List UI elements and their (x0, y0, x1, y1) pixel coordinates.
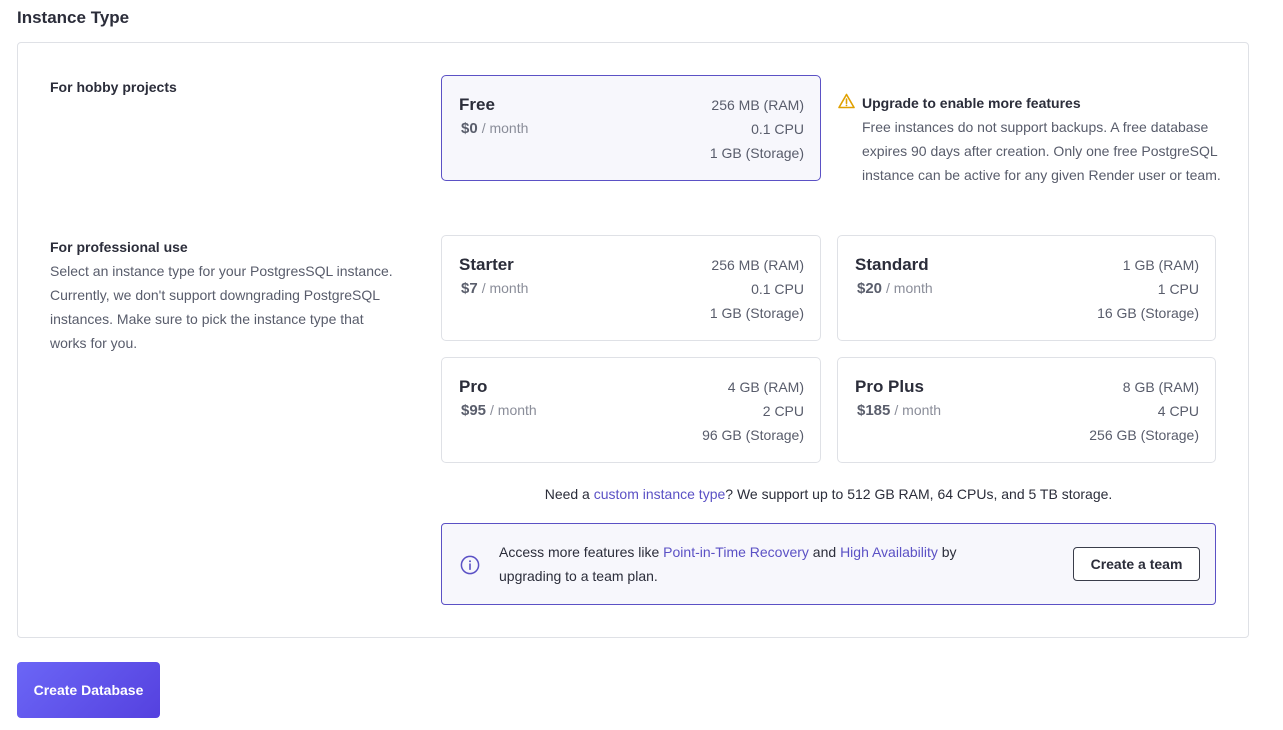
warning-title: Upgrade to enable more features (862, 95, 1081, 111)
plan-ram: 8 GB (RAM) (1122, 379, 1199, 395)
plan-card-pro[interactable]: Pro $95/ month 4 GB (RAM) 2 CPU 96 GB (S… (441, 357, 821, 463)
plan-ram: 256 MB (RAM) (711, 97, 804, 113)
plan-specs: 1 GB (RAM) 1 CPU 16 GB (Storage) (1097, 253, 1199, 325)
plan-cpu: 0.1 CPU (751, 281, 804, 297)
plan-storage: 1 GB (Storage) (709, 145, 804, 161)
team-plan-info-box: Access more features like Point-in-Time … (441, 523, 1216, 605)
point-in-time-recovery-link[interactable]: Point-in-Time Recovery (663, 544, 809, 560)
plan-cpu: 2 CPU (762, 403, 804, 419)
plan-price: $0/ month (461, 120, 529, 137)
plan-cpu: 0.1 CPU (751, 121, 804, 137)
professional-heading: For professional use (50, 239, 188, 255)
plan-specs: 4 GB (RAM) 2 CPU 96 GB (Storage) (702, 375, 804, 447)
plan-storage: 1 GB (Storage) (709, 305, 804, 321)
plan-cpu: 4 CPU (1157, 403, 1199, 419)
plan-price: $7/ month (461, 280, 529, 297)
plan-storage: 96 GB (Storage) (702, 427, 804, 443)
plan-price: $95/ month (461, 402, 537, 419)
high-availability-link[interactable]: High Availability (840, 544, 938, 560)
plan-ram: 256 MB (RAM) (711, 257, 804, 273)
team-plan-info-text: Access more features like Point-in-Time … (499, 544, 957, 584)
create-team-button[interactable]: Create a team (1073, 547, 1200, 581)
custom-note-suffix: ? We support up to 512 GB RAM, 64 CPUs, … (725, 486, 1113, 502)
plan-specs: 256 MB (RAM) 0.1 CPU 1 GB (Storage) (710, 93, 804, 165)
custom-instance-link[interactable]: custom instance type (594, 486, 726, 502)
plan-name: Standard (855, 255, 929, 274)
custom-note-prefix: Need a (544, 486, 594, 502)
plan-ram: 1 GB (RAM) (1122, 257, 1199, 273)
custom-instance-note: Need a custom instance type? We support … (441, 486, 1216, 502)
info-circle-icon (460, 555, 480, 575)
plan-price: $20/ month (857, 280, 933, 297)
hobby-heading: For hobby projects (50, 79, 177, 95)
warning-body: Free instances do not support backups. A… (862, 119, 1221, 183)
plan-card-starter[interactable]: Starter $7/ month 256 MB (RAM) 0.1 CPU 1… (441, 235, 821, 341)
plan-name: Free (459, 95, 495, 114)
plan-ram: 4 GB (RAM) (727, 379, 804, 395)
plan-name: Starter (459, 255, 514, 274)
plan-card-free[interactable]: Free $0/ month 256 MB (RAM) 0.1 CPU 1 GB… (441, 75, 821, 181)
plan-card-standard[interactable]: Standard $20/ month 1 GB (RAM) 1 CPU 16 … (837, 235, 1216, 341)
plan-storage: 256 GB (Storage) (1089, 427, 1199, 443)
warning-triangle-icon (838, 93, 855, 109)
plan-price: $185/ month (857, 402, 942, 419)
plan-card-pro-plus[interactable]: Pro Plus $185/ month 8 GB (RAM) 4 CPU 25… (837, 357, 1216, 463)
professional-description: Select an instance type for your Postgre… (50, 263, 393, 351)
plan-name: Pro Plus (855, 377, 924, 396)
plan-specs: 256 MB (RAM) 0.1 CPU 1 GB (Storage) (710, 253, 804, 325)
create-database-button[interactable]: Create Database (17, 662, 160, 718)
plan-storage: 16 GB (Storage) (1097, 305, 1199, 321)
plan-cpu: 1 CPU (1157, 281, 1199, 297)
section-title: Instance Type (17, 8, 130, 27)
plan-specs: 8 GB (RAM) 4 CPU 256 GB (Storage) (1089, 375, 1199, 447)
plan-name: Pro (459, 377, 488, 396)
